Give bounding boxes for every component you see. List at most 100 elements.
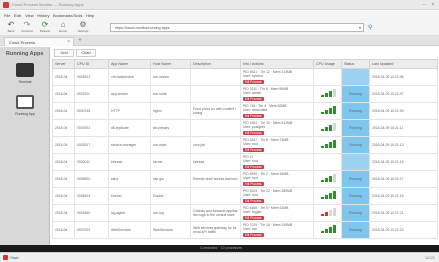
table-row[interactable]: 2018-04 0002311 app-worker svc-node PID 2311… [52, 85, 438, 103]
terminal-icon [16, 63, 34, 77]
usage-bar [324, 229, 328, 234]
cell-cpu-usage [313, 187, 342, 205]
cell-cpu-usage [313, 170, 342, 188]
settings-label: Settings [77, 29, 89, 33]
cell-info: PID 3317 · Thr 6 · Mem 74MB User: root Kil… [240, 136, 314, 154]
sidebar-item-running-app[interactable]: Running App [6, 95, 44, 123]
refresh-button[interactable]: ⟳ Refresh [38, 20, 52, 34]
table-row[interactable]: 2018-04 0000011 kthread kernel kthread PID 11… [52, 153, 438, 171]
cell-info: PID 2311 · Thr 8 · Mem 96MB User: admin Ki… [240, 85, 314, 103]
tab-strip: Cloud Process × + [0, 36, 439, 46]
forward-button[interactable]: ↷ Forward [20, 20, 34, 34]
close-window-button[interactable]: × [430, 2, 436, 8]
table-row[interactable]: 2018-04 0004512 vm-hostservice svc-worker PI… [52, 68, 438, 86]
status-badge: Running [341, 187, 370, 205]
column-header[interactable]: Info / Actions [240, 59, 314, 69]
column-header[interactable]: CPU ID [74, 59, 109, 69]
cpu-usage-bars-icon [320, 123, 336, 132]
kill-process-button[interactable]: Kill Process [243, 198, 264, 204]
chevron-down-icon[interactable]: ▾ [359, 25, 361, 30]
new-tab-button[interactable]: + [78, 37, 82, 44]
table-row[interactable]: 2018-04 0000748 HTTP Nginx Front proxy for w… [52, 102, 438, 120]
home-button[interactable]: ⌂ Home [56, 20, 70, 34]
table-row[interactable]: 2018-04 0001902 db-replicate db-primary PID … [52, 119, 438, 137]
kill-process-button[interactable]: Kill Process [243, 130, 264, 136]
menu-history[interactable]: History [37, 13, 49, 18]
sidebar-item-label: Terminal [18, 80, 32, 84]
cell-desc: Front proxy for web content routing [190, 102, 241, 120]
column-header[interactable]: Description [190, 59, 241, 69]
column-header[interactable]: Last Updated [369, 59, 438, 69]
tab-cloud-process[interactable]: Cloud Process × [4, 37, 74, 46]
kill-process-button[interactable]: Kill Process [243, 215, 264, 221]
tab-grid[interactable]: Grid [54, 49, 74, 57]
cell-desc: kthread [190, 153, 241, 171]
table-row[interactable]: 2018-04 0007029 WebServices WebServices Web … [52, 221, 438, 239]
cpu-usage-bars-icon [320, 106, 336, 115]
table-row[interactable]: 2018-04 0003317 service-manager svc-main cro… [52, 136, 438, 154]
cell-last-updated: 2018-04-09 10:21:11 [369, 119, 438, 137]
settings-button[interactable]: ⚙ Settings [76, 20, 90, 34]
cell-desc [190, 187, 241, 205]
column-header[interactable]: App Name [108, 59, 151, 69]
view-tabs: Grid Chart [52, 47, 172, 57]
cell-host: svc-worker [150, 68, 191, 86]
cell-last-updated: 2018-04-09 10:21:13 [369, 136, 438, 154]
cell-desc: Collects and forwards application logs t… [190, 204, 241, 222]
refresh-label: Refresh [39, 29, 51, 33]
start-label[interactable]: Start [10, 255, 18, 260]
menu-tools[interactable]: Tools [73, 13, 82, 18]
cell-desc: cron job [190, 136, 241, 154]
column-header[interactable]: Status [341, 59, 370, 69]
cell-cpu: 0007029 [74, 221, 109, 239]
menu-edit[interactable]: Edit [14, 13, 21, 18]
home-label: Home [58, 29, 67, 33]
cell-last-updated: 2018-04-09 10:21:21 [369, 204, 438, 222]
menu-view[interactable]: View [25, 13, 34, 18]
cell-info: PID 4460 · Thr 5 · Mem 61MB User: logger K… [240, 204, 314, 222]
kill-process-button[interactable]: Kill Process [243, 113, 264, 119]
cell-last-updated: 2018-04-09 10:21:09 [369, 102, 438, 120]
table-row[interactable]: 2018-04 0006104 Docker Docker PID 6104 · Thr… [52, 187, 438, 205]
menu-bookmarks[interactable]: Bookmarks [53, 13, 73, 18]
usage-bar [332, 140, 336, 149]
back-button[interactable]: ↶ Back [4, 20, 18, 34]
kill-process-button[interactable]: Kill Process [243, 79, 264, 85]
cell-last-updated: 2018-04-09 10:21:17 [369, 170, 438, 188]
tab-chart[interactable]: Chart [76, 49, 96, 57]
cell-app: log-agent [108, 204, 151, 222]
status-badge: Running [341, 136, 370, 154]
kill-process-button[interactable]: Kill Process [243, 164, 264, 170]
search-icon[interactable]: ⚲ [368, 24, 372, 31]
address-bar[interactable]: https://cloud-monitor/running-apps ▾ [110, 23, 364, 32]
cell-desc: Remote shell access daemon [190, 170, 241, 188]
info-line: User: www-data [243, 108, 268, 113]
cell-host: WebServices [150, 221, 191, 239]
kill-process-button[interactable]: Kill Process [243, 96, 264, 102]
menu-file[interactable]: File [4, 13, 10, 18]
cell-cpu: 0000748 [74, 102, 109, 120]
sidebar-item-terminal[interactable]: Terminal [6, 63, 44, 91]
toolbar: ↶ Back ↷ Forward ⟳ Refresh ⌂ Home ⚙ Sett… [0, 19, 439, 36]
table-row[interactable]: 2018-04 0004460 log-agent svc-log Collects a… [52, 204, 438, 222]
table-row[interactable]: 2018-04 0005520 sshd ssh-gw Remote shell acc… [52, 170, 438, 188]
cell-server: 2018-04 [52, 119, 75, 137]
kill-process-button[interactable]: Kill Process [243, 147, 264, 153]
usage-bar [328, 227, 332, 234]
kill-process-button[interactable]: Kill Process [243, 232, 264, 238]
close-icon[interactable]: × [67, 39, 70, 45]
column-header[interactable]: Server [52, 59, 75, 69]
cell-last-updated: 2018-04-09 10:21:07 [369, 85, 438, 103]
info-line: User: root [243, 142, 258, 147]
cell-info: PID 11 User: root Kill Process [240, 153, 314, 171]
cell-cpu: 0002311 [74, 85, 109, 103]
kill-process-button[interactable]: Kill Process [243, 181, 264, 187]
menu-help[interactable]: Help [86, 13, 94, 18]
column-header[interactable]: Host Name [150, 59, 191, 69]
cell-desc [190, 85, 241, 103]
column-header[interactable]: CPU Usage [313, 59, 342, 69]
minimize-button[interactable]: – [421, 2, 427, 8]
cell-host: ssh-gw [150, 170, 191, 188]
cell-info: PID 5520 · Thr 2 · Mem 18MB User: root Kil… [240, 170, 314, 188]
start-icon[interactable] [3, 255, 8, 260]
